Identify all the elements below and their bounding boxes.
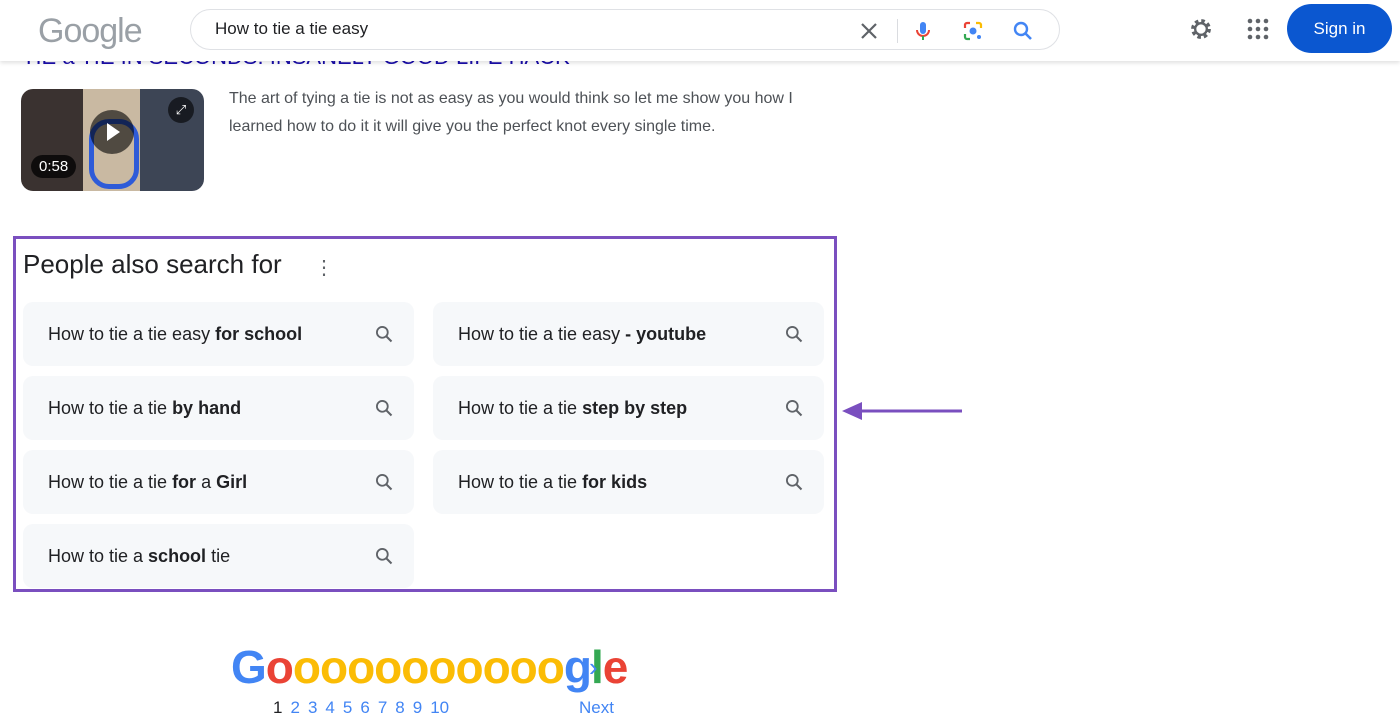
chip-prefix: How to tie a tie bbox=[458, 472, 583, 492]
pagination-logo: Gooooooooooogle bbox=[231, 641, 628, 693]
search-box bbox=[190, 9, 1060, 50]
search-input[interactable] bbox=[215, 19, 815, 39]
section-heading: People also search for bbox=[23, 249, 282, 279]
header: Google Sign in bbox=[0, 0, 1400, 61]
search-icon bbox=[376, 548, 393, 565]
page-number-link[interactable]: 9 bbox=[413, 698, 422, 717]
next-page-link[interactable]: Next bbox=[579, 698, 614, 718]
gear-icon[interactable] bbox=[1187, 15, 1215, 43]
chip-bold: school bbox=[148, 546, 207, 566]
chip-bold: for bbox=[172, 472, 197, 492]
related-search-chip[interactable]: How to tie a tie for kids bbox=[433, 450, 824, 514]
chip-prefix: How to tie a tie bbox=[48, 398, 173, 418]
search-icon bbox=[786, 474, 803, 491]
chip-bold: step by step bbox=[582, 398, 688, 418]
chip-prefix: How to tie a tie easy bbox=[48, 324, 216, 344]
chip-bold: Girl bbox=[216, 472, 248, 492]
search-icon bbox=[786, 400, 803, 417]
search-icon[interactable] bbox=[1011, 19, 1035, 43]
page-number-link[interactable]: 7 bbox=[378, 698, 387, 717]
search-icon bbox=[376, 474, 393, 491]
close-icon[interactable] bbox=[857, 19, 881, 43]
related-search-chip[interactable]: How to tie a school tie bbox=[23, 524, 414, 588]
search-icon bbox=[376, 326, 393, 343]
page-number-link[interactable]: 1 bbox=[273, 698, 282, 717]
chip-bold: - youtube bbox=[625, 324, 707, 344]
result-snippet: The art of tying a tie is not as easy as… bbox=[229, 90, 793, 135]
search-icon bbox=[376, 400, 393, 417]
microphone-icon[interactable] bbox=[911, 19, 935, 43]
chip-prefix: How to tie a bbox=[48, 546, 149, 566]
page-number-link[interactable]: 2 bbox=[290, 698, 299, 717]
page-number-link[interactable]: 6 bbox=[360, 698, 369, 717]
page-number-link[interactable]: 5 bbox=[343, 698, 352, 717]
expand-icon[interactable]: ⤢ bbox=[168, 97, 194, 123]
chip-bold: for kids bbox=[582, 472, 648, 492]
divider bbox=[897, 19, 898, 43]
search-icon bbox=[786, 326, 803, 343]
related-search-chip[interactable]: How to tie a tie easy for school bbox=[23, 302, 414, 366]
chip-suffix: a bbox=[196, 472, 217, 492]
chip-suffix: tie bbox=[206, 546, 231, 566]
page-numbers: 1 2 3 4 5 6 7 8 9 10 bbox=[273, 698, 457, 718]
sign-in-button[interactable]: Sign in bbox=[1287, 4, 1392, 53]
related-search-chip[interactable]: How to tie a tie for a Girl bbox=[23, 450, 414, 514]
chip-prefix: How to tie a tie bbox=[458, 398, 583, 418]
chevron-right-icon[interactable]: › bbox=[589, 652, 598, 683]
related-search-chip[interactable]: How to tie a tie step by step bbox=[433, 376, 824, 440]
chip-prefix: How to tie a tie bbox=[48, 472, 173, 492]
google-logo[interactable]: Google bbox=[38, 12, 143, 51]
more-options-icon[interactable]: ⋮ bbox=[314, 255, 334, 280]
camera-lens-icon[interactable] bbox=[961, 19, 985, 43]
arrow-annotation-icon bbox=[842, 402, 962, 420]
page-number-link[interactable]: 4 bbox=[325, 698, 334, 717]
apps-grid-icon[interactable] bbox=[1246, 17, 1270, 41]
page-number-link[interactable]: 10 bbox=[430, 698, 449, 717]
page-number-link[interactable]: 3 bbox=[308, 698, 317, 717]
page-number-link[interactable]: 8 bbox=[395, 698, 404, 717]
related-search-chip[interactable]: How to tie a tie easy - youtube bbox=[433, 302, 824, 366]
chip-bold: by hand bbox=[172, 398, 242, 418]
play-icon[interactable] bbox=[90, 110, 134, 154]
video-duration: 0:58 bbox=[31, 155, 77, 178]
chip-bold: for school bbox=[215, 324, 303, 344]
chip-prefix: How to tie a tie easy bbox=[458, 324, 626, 344]
related-search-chip[interactable]: How to tie a tie by hand bbox=[23, 376, 414, 440]
